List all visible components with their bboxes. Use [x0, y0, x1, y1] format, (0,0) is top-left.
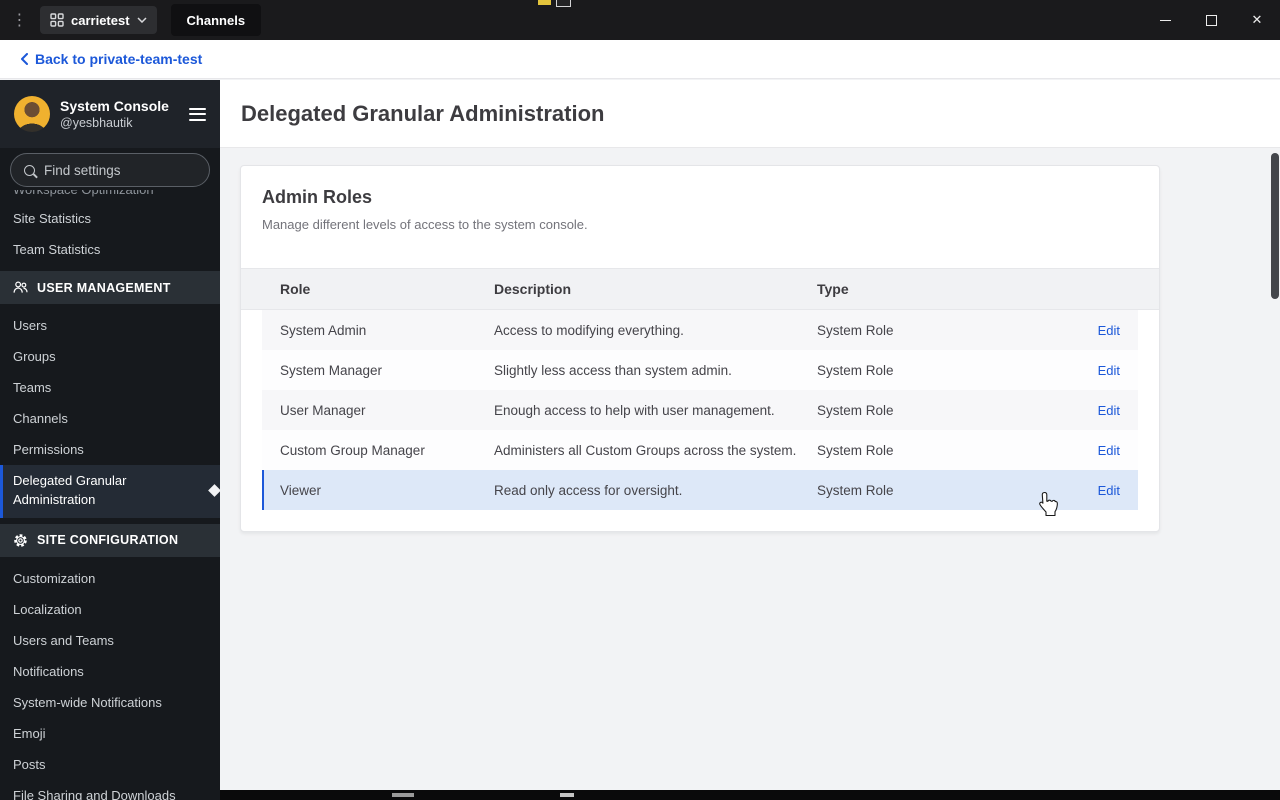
background-window-peek [538, 0, 571, 8]
sidebar-item-channels[interactable]: Channels [0, 403, 220, 434]
user-avatar [14, 96, 50, 132]
chevron-left-icon [21, 53, 28, 65]
edit-link[interactable]: Edit [1098, 323, 1120, 338]
sidebar-header: System Console @yesbhautik [0, 80, 220, 148]
table-row: System Admin Access to modifying everyth… [262, 310, 1138, 350]
section-header-site-configuration: SITE CONFIGURATION [0, 523, 220, 557]
sidebar-item-posts[interactable]: Posts [0, 749, 220, 780]
sidebar-item-localization[interactable]: Localization [0, 594, 220, 625]
background-window-peek-dark [556, 0, 571, 7]
window-titlebar: ⋮ carrietest Channels ✕ [0, 0, 1280, 40]
search-icon [24, 164, 35, 176]
table-row: Custom Group Manager Administers all Cus… [262, 430, 1138, 470]
maximize-button[interactable] [1188, 0, 1234, 40]
cell-description: Enough access to help with user manageme… [494, 402, 775, 418]
sidebar-item-permissions[interactable]: Permissions [0, 434, 220, 465]
card-title: Admin Roles [262, 187, 373, 207]
sidebar-item-teams[interactable]: Teams [0, 372, 220, 403]
cell-type: System Role [817, 442, 894, 458]
cell-description: Slightly less access than system admin. [494, 362, 732, 378]
gear-icon [14, 533, 27, 547]
cell-role: Custom Group Manager [280, 442, 425, 458]
cell-role: Viewer [280, 482, 322, 498]
sidebar-item-team-statistics[interactable]: Team Statistics [0, 234, 220, 265]
cell-role: System Admin [280, 322, 367, 338]
cell-type: System Role [817, 402, 894, 418]
app-menu-button[interactable]: ⋮ [0, 10, 40, 30]
sidebar-item-site-statistics[interactable]: Site Statistics [0, 203, 220, 234]
sidebar-search-wrap [0, 148, 220, 190]
table-row: System Manager Slightly less access than… [262, 350, 1138, 390]
vertical-scrollbar-thumb[interactable] [1271, 153, 1279, 299]
table-header-row: Role Description Type [241, 268, 1159, 310]
chevron-down-icon [137, 17, 147, 23]
background-window-peek-yellow [538, 0, 551, 5]
search-input[interactable] [44, 162, 194, 178]
cell-description: Read only access for oversight. [494, 482, 683, 498]
user-management-list: Users Groups Teams Channels Permissions … [0, 310, 220, 518]
team-name-label: carrietest [71, 12, 130, 28]
sidebar-item-workspace-optimization[interactable]: Workspace Optimization [0, 190, 220, 203]
column-header-role: Role [280, 281, 311, 297]
table-row: User Manager Enough access to help with … [262, 390, 1138, 430]
column-header-description: Description [494, 281, 572, 297]
sidebar-item-groups[interactable]: Groups [0, 341, 220, 372]
main-content: Admin Roles Manage different levels of a… [220, 148, 1280, 800]
grid-icon [50, 13, 64, 27]
team-switcher-button[interactable]: carrietest [40, 6, 157, 34]
back-navigation-bar: Back to private-team-test [0, 40, 1280, 79]
close-button[interactable]: ✕ [1234, 0, 1280, 40]
sidebar-item-customization[interactable]: Customization [0, 563, 220, 594]
admin-roles-card: Admin Roles Manage different levels of a… [240, 165, 1160, 532]
edit-link[interactable]: Edit [1098, 483, 1120, 498]
back-link-label: Back to private-team-test [35, 51, 203, 67]
column-header-type: Type [817, 281, 849, 297]
taskbar-glimpse [392, 793, 414, 797]
background-taskbar-strip [220, 790, 1280, 800]
edit-link[interactable]: Edit [1098, 443, 1120, 458]
card-header: Admin Roles Manage different levels of a… [241, 166, 1159, 268]
sidebar-item-users-and-teams[interactable]: Users and Teams [0, 625, 220, 656]
console-username: @yesbhautik [60, 115, 133, 130]
table-row-highlighted: Viewer Read only access for oversight. S… [262, 470, 1138, 510]
sidebar-item-system-wide-notifications[interactable]: System-wide Notifications [0, 687, 220, 718]
people-icon [13, 281, 28, 293]
back-link[interactable]: Back to private-team-test [20, 51, 202, 67]
card-bottom-padding [241, 510, 1159, 531]
sidebar-item-notifications[interactable]: Notifications [0, 656, 220, 687]
minimize-button[interactable] [1142, 0, 1188, 40]
card-subtitle: Manage different levels of access to the… [262, 217, 588, 232]
page-header: Delegated Granular Administration [220, 80, 1280, 148]
site-configuration-list: Customization Localization Users and Tea… [0, 563, 220, 800]
sidebar-item-delegated-granular-administration[interactable]: Delegated Granular Administration [0, 465, 220, 518]
cell-type: System Role [817, 362, 894, 378]
maximize-icon [1205, 14, 1217, 26]
sidebar-identity: System Console @yesbhautik [60, 97, 169, 131]
console-title: System Console [60, 97, 169, 114]
cell-role: System Manager [280, 362, 383, 378]
tab-channels[interactable]: Channels [170, 4, 262, 36]
section-label: USER MANAGEMENT [37, 280, 171, 295]
cell-description: Access to modifying everything. [494, 322, 684, 338]
cell-role: User Manager [280, 402, 366, 418]
menu-icon[interactable] [189, 107, 206, 121]
cell-type: System Role [817, 482, 894, 498]
edit-link[interactable]: Edit [1098, 363, 1120, 378]
section-label: SITE CONFIGURATION [37, 533, 179, 548]
cell-type: System Role [817, 322, 894, 338]
edit-link[interactable]: Edit [1098, 403, 1120, 418]
sidebar-item-emoji[interactable]: Emoji [0, 718, 220, 749]
settings-search-box[interactable] [10, 153, 210, 187]
taskbar-glimpse [560, 793, 574, 797]
sidebar-item-users[interactable]: Users [0, 310, 220, 341]
cell-description: Administers all Custom Groups across the… [494, 442, 797, 458]
window-controls: ✕ [1142, 0, 1280, 40]
system-console-sidebar: System Console @yesbhautik Workspace Opt… [0, 80, 220, 800]
sidebar-item-file-sharing-and-downloads[interactable]: File Sharing and Downloads [0, 780, 220, 800]
minimize-icon [1159, 19, 1171, 21]
page-title: Delegated Granular Administration [241, 100, 605, 126]
section-header-user-management: USER MANAGEMENT [0, 271, 220, 304]
